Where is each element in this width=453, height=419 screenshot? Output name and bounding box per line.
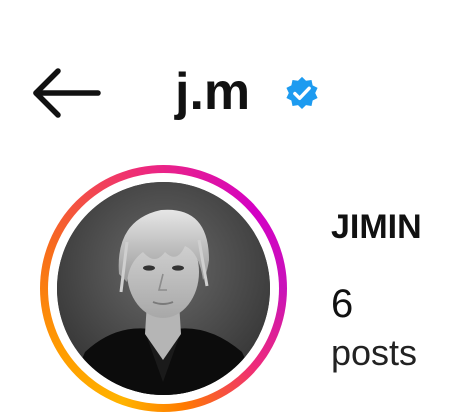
profile-display-name: JIMIN [331, 208, 422, 246]
posts-label[interactable]: posts [331, 331, 417, 375]
avatar-story-ring[interactable] [40, 165, 287, 412]
back-button[interactable] [28, 62, 104, 124]
profile-header: j.m [0, 0, 453, 150]
posts-count[interactable]: 6 [331, 281, 353, 327]
arrow-left-icon [28, 62, 104, 124]
verified-badge-icon [283, 75, 321, 113]
avatar [57, 182, 270, 395]
profile-username: j.m [175, 63, 251, 121]
